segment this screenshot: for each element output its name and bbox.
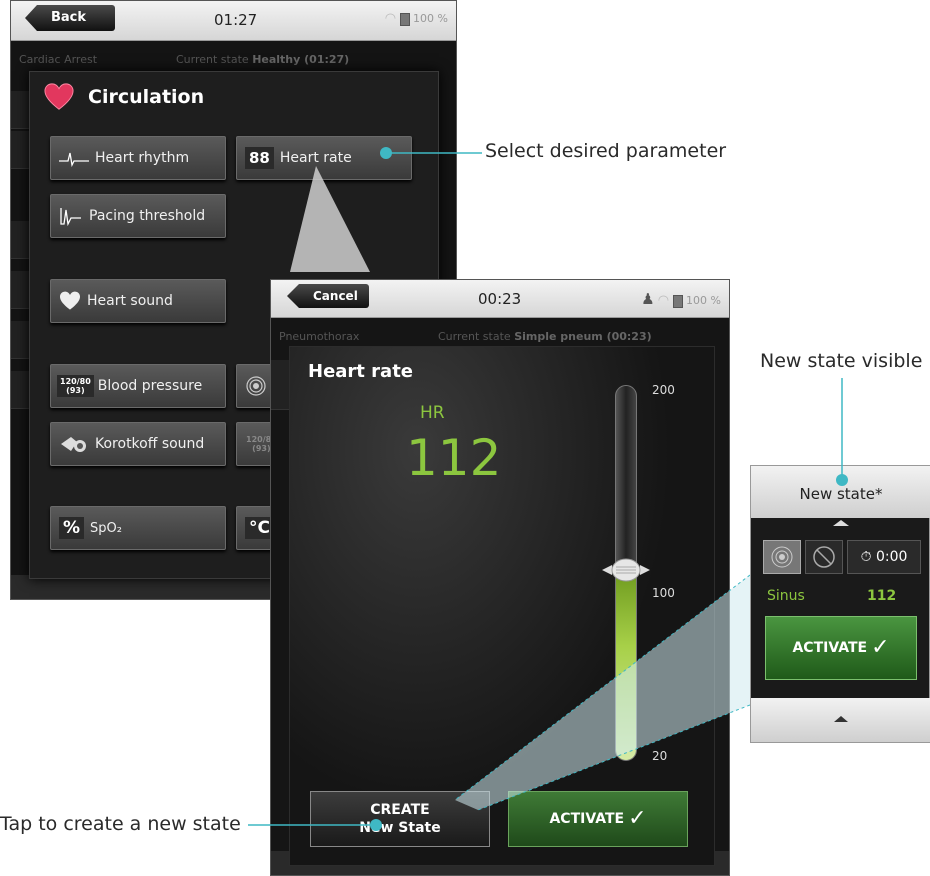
annotation-new-state-visible: New state visible xyxy=(760,350,923,372)
callout-dot xyxy=(836,474,848,486)
annotation-select-parameter: Select desired parameter xyxy=(485,140,727,162)
callout-dot xyxy=(370,819,382,831)
annotation-leaders xyxy=(248,152,843,826)
annotation-tap-create: Tap to create a new state xyxy=(0,813,241,835)
callout-dot xyxy=(380,147,392,159)
